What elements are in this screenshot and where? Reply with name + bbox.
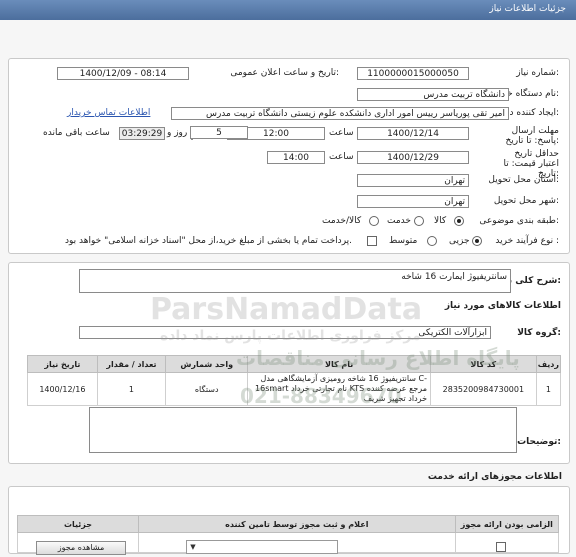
remaining-time-field: 03:29:29 bbox=[119, 127, 165, 140]
summary-field: سانتریفیوژ ایمارت 16 شاخه bbox=[79, 269, 511, 293]
treasury-payment-checkbox[interactable] bbox=[367, 236, 377, 246]
goods-table: تاریخ نیاز تعداد / مقدار واحد شمارش نام … bbox=[27, 355, 562, 406]
validity-time-label: ساعت bbox=[329, 152, 354, 162]
buyer-field: دانشگاه تربیت مدرس bbox=[357, 88, 509, 101]
col-need-date: تاریخ نیاز bbox=[27, 355, 98, 373]
need-number-field: 1100000015000050 bbox=[357, 67, 469, 80]
reply-time-label: ساعت bbox=[329, 128, 354, 138]
need-number-label: شماره نیاز: bbox=[516, 68, 559, 78]
purchase-minor-radio[interactable] bbox=[472, 236, 482, 246]
buyer-desc-field bbox=[89, 407, 517, 453]
requester-field: امیر تقی پوریاسر رییس امور اداری دانشکده… bbox=[171, 107, 509, 120]
col-details: جزئیات bbox=[17, 515, 139, 533]
col-required: الزامی بودن ارائه مجوز bbox=[454, 515, 560, 533]
category-goods-radio[interactable] bbox=[454, 216, 464, 226]
remaining-label: ساعت باقی مانده bbox=[43, 128, 110, 138]
col-name: نام کالا bbox=[247, 355, 432, 373]
permit-select[interactable]: ▼ bbox=[186, 540, 338, 554]
treasury-payment-label: پرداخت تمام یا بخشی از مبلغ خرید،از محل … bbox=[65, 236, 353, 246]
province-field: تهران bbox=[357, 174, 469, 187]
col-quantity: تعداد / مقدار bbox=[96, 355, 167, 373]
cell-need-date: 1400/12/16 bbox=[27, 372, 98, 406]
announce-field: 1400/12/09 - 08:14 bbox=[57, 67, 189, 80]
table-row: 1400/12/16 1 دستگاه سانتریفیوژ 16 شاخه ر… bbox=[27, 372, 562, 406]
cell-quantity: 1 bbox=[96, 372, 167, 406]
city-label: شهر محل تحویل: bbox=[493, 196, 559, 206]
reply-deadline-label: مهلت ارسال پاسخ: تا تاریخ: bbox=[505, 126, 559, 146]
cell-name: سانتریفیوژ 16 شاخه رومیزی آزمایشگاهی مدل… bbox=[247, 372, 432, 406]
header-bar: جزئیات اطلاعات نیاز bbox=[0, 0, 576, 20]
need-info-section: شماره نیاز: 1100000015000050 تاریخ و ساع… bbox=[8, 58, 570, 254]
days-value-field: 5 bbox=[190, 126, 248, 139]
category-goods-label: کالا bbox=[434, 216, 447, 226]
docs-title: اطلاعات مجوزهای ارائه خدمت bbox=[427, 472, 562, 482]
purchase-medium-radio[interactable] bbox=[427, 236, 437, 246]
category-label: طبقه بندی موضوعی: bbox=[479, 216, 559, 226]
cell-code: 2835200984730001 bbox=[430, 372, 537, 406]
announce-label: تاریخ و ساعت اعلان عمومی: bbox=[230, 68, 339, 78]
purchase-minor-label: جزیی bbox=[449, 236, 470, 246]
category-both-radio[interactable] bbox=[369, 216, 379, 226]
col-supplier-permit: اعلام و ثبت مجوز توسط تامین کننده bbox=[138, 515, 456, 533]
group-label: گروه کالا: bbox=[517, 328, 561, 338]
goods-table-header: تاریخ نیاز تعداد / مقدار واحد شمارش نام … bbox=[27, 355, 562, 373]
need-details-page: جزئیات اطلاعات نیاز شماره نیاز: 11000000… bbox=[0, 0, 576, 557]
category-service-label: خدمت bbox=[387, 216, 411, 226]
group-field: ابزارآلات الکتریکی bbox=[79, 326, 491, 339]
days-label: روز و bbox=[167, 128, 188, 138]
docs-table-header: جزئیات اعلام و ثبت مجوز توسط تامین کننده… bbox=[17, 515, 560, 533]
validity-time-field: 14:00 bbox=[267, 151, 325, 164]
city-field: تهران bbox=[357, 195, 469, 208]
cell-unit: دستگاه bbox=[165, 372, 249, 406]
cell-row: 1 bbox=[535, 372, 562, 406]
contact-buyer-link[interactable]: اطلاعات تماس خریدار bbox=[67, 108, 150, 118]
validity-date-field: 1400/12/29 bbox=[357, 151, 469, 164]
goods-title: اطلاعات کالاهای مورد نیاز bbox=[444, 301, 561, 311]
required-permit-checkbox[interactable] bbox=[496, 542, 506, 552]
category-both-label: کالا/خدمت bbox=[322, 216, 362, 226]
category-service-radio[interactable] bbox=[414, 216, 424, 226]
col-unit: واحد شمارش bbox=[165, 355, 249, 373]
reply-date-field: 1400/12/14 bbox=[357, 127, 469, 140]
col-code: کد کالا bbox=[430, 355, 537, 373]
page-title: جزئیات اطلاعات نیاز bbox=[489, 4, 566, 14]
chevron-down-icon: ▼ bbox=[190, 543, 196, 551]
view-permit-button[interactable]: مشاهده مجوز bbox=[36, 541, 126, 555]
purchase-medium-label: متوسط bbox=[389, 236, 418, 246]
province-label: استان محل تحویل: bbox=[488, 175, 559, 185]
needs-section: شرح کلی نیاز: سانتریفیوژ ایمارت 16 شاخه … bbox=[8, 262, 570, 464]
col-row: ردیف bbox=[535, 355, 562, 373]
purchase-type-label: نوع فرآیند خرید : bbox=[495, 236, 559, 246]
